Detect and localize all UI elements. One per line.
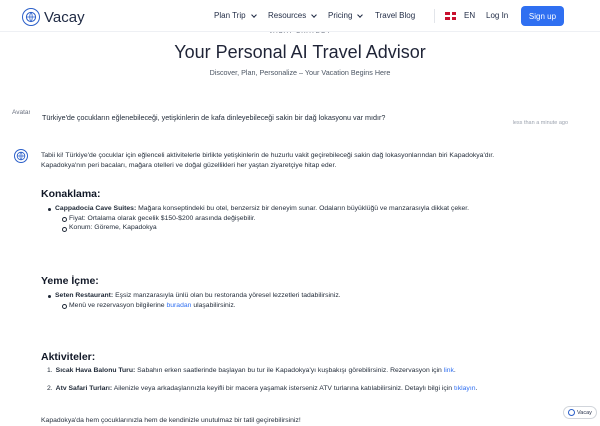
nav-travel-blog-label: Travel Blog — [375, 11, 416, 20]
activity-name: Sıcak Hava Balonu Turu: — [55, 367, 136, 374]
brand-name: Vacay — [44, 8, 85, 26]
language-selector[interactable]: EN — [445, 11, 475, 20]
accommodation-list: Cappadocia Cave Suites: Mağara konseptin… — [47, 204, 567, 233]
nav-resources[interactable]: Resources — [268, 11, 318, 20]
activity-suffix: . — [475, 384, 478, 392]
nav-plan-trip-label: Plan Trip — [214, 11, 246, 20]
nav-plan-trip[interactable]: Plan Trip — [214, 11, 257, 20]
hotel-location: Konum: Göreme, Kapadokya — [47, 223, 567, 233]
hotel-price: Fiyat: Ortalama olarak gecelik $150-$200… — [47, 214, 567, 224]
food-list: Seten Restaurant: Eşsiz manzarasıyla ünl… — [47, 291, 567, 310]
activity-link[interactable]: tıklayın — [454, 385, 476, 392]
restaurant-description: Eşsiz manzarasıyla ünlü olan bu restoran… — [115, 292, 341, 299]
globe-icon — [568, 409, 575, 416]
nav-pricing[interactable]: Pricing — [328, 11, 364, 20]
page-subtitle: Discover, Plan, Personalize – Your Vacat… — [209, 68, 391, 77]
answer-closing: Kapadokya'da hem çocuklarınızla hem de k… — [41, 417, 301, 424]
menu-info-text: Menü ve rezervasyon bilgilerine — [69, 301, 165, 309]
item-number: 2. — [47, 384, 53, 392]
language-code: EN — [464, 11, 476, 20]
globe-icon — [16, 151, 26, 161]
restaurant-name: Seten Restaurant: — [55, 292, 114, 299]
nav-travel-blog[interactable]: Travel Blog — [375, 11, 415, 20]
hotel-name: Cappadocia Cave Suites: — [55, 205, 137, 212]
menu-info-suffix: ulaşabilirsiniz. — [193, 301, 236, 309]
page-title: Your Personal AI Travel Advisor — [174, 42, 426, 62]
nav-pricing-label: Pricing — [328, 11, 353, 20]
activity-name: Atv Safari Turları: — [55, 384, 113, 392]
bot-avatar — [14, 149, 28, 163]
flag-uk-icon — [445, 11, 456, 20]
globe-icon — [22, 8, 40, 26]
nav-resources-label: Resources — [268, 11, 307, 20]
activity-suffix: . — [453, 367, 456, 374]
list-item: Seten Restaurant: Eşsiz manzarasıyla ünl… — [47, 291, 567, 301]
brand-logo[interactable]: Vacay — [22, 8, 85, 26]
list-item: Cappadocia Cave Suites: Mağara konseptin… — [47, 204, 567, 214]
signup-button[interactable]: Sign up — [521, 6, 564, 26]
list-item: 2. Atv Safari Turları: Ailenizle veya ar… — [47, 384, 567, 394]
section-heading-food: Yeme İçme: — [41, 275, 99, 287]
login-label: Log In — [486, 11, 509, 20]
menu-link[interactable]: buradan — [166, 302, 191, 309]
section-heading-accommodation: Konaklama: — [41, 188, 101, 200]
bot-answer-intro: Tabii ki! Türkiye'de çocuklar için eğlen… — [41, 151, 571, 171]
section-heading-activities: Aktiviteler: — [41, 351, 96, 363]
message-timestamp: less than a minute ago — [512, 120, 568, 126]
activity-description: Ailenizle veya arkadaşlarınızla keyifli … — [113, 384, 453, 392]
activity-link[interactable]: link — [444, 367, 454, 374]
user-avatar: Avatar — [12, 109, 30, 116]
nav-divider — [434, 9, 435, 23]
chevron-down-icon — [311, 11, 318, 18]
top-navbar: Vacay Plan Trip Resources Pricing Travel… — [0, 0, 600, 32]
chevron-down-icon — [250, 11, 257, 18]
vacay-chat-badge[interactable]: Vacay — [563, 406, 597, 419]
item-number: 1. — [47, 367, 53, 374]
answer-intro-line-2: Kapadokya'nın peri bacaları, mağara otel… — [41, 162, 337, 169]
login-link[interactable]: Log In — [486, 11, 508, 20]
activity-description: Sabahın erken saatlerinde başlayan bu tu… — [137, 367, 442, 374]
answer-intro-line-1: Tabii ki! Türkiye'de çocuklar için eğlen… — [41, 152, 495, 159]
badge-label: Vacay — [577, 409, 592, 416]
chevron-down-icon — [357, 11, 364, 18]
activities-list: 1. Sıcak Hava Balonu Turu: Sabahın erken… — [47, 366, 567, 393]
list-item: 1. Sıcak Hava Balonu Turu: Sabahın erken… — [47, 366, 567, 376]
restaurant-menu-info: Menü ve rezervasyon bilgilerine buradan … — [47, 301, 567, 311]
user-message: Türkiye'de çocukların eğlenebileceği, ye… — [42, 113, 386, 122]
hotel-description: Mağara konseptindeki bu otel, benzersiz … — [138, 205, 470, 212]
